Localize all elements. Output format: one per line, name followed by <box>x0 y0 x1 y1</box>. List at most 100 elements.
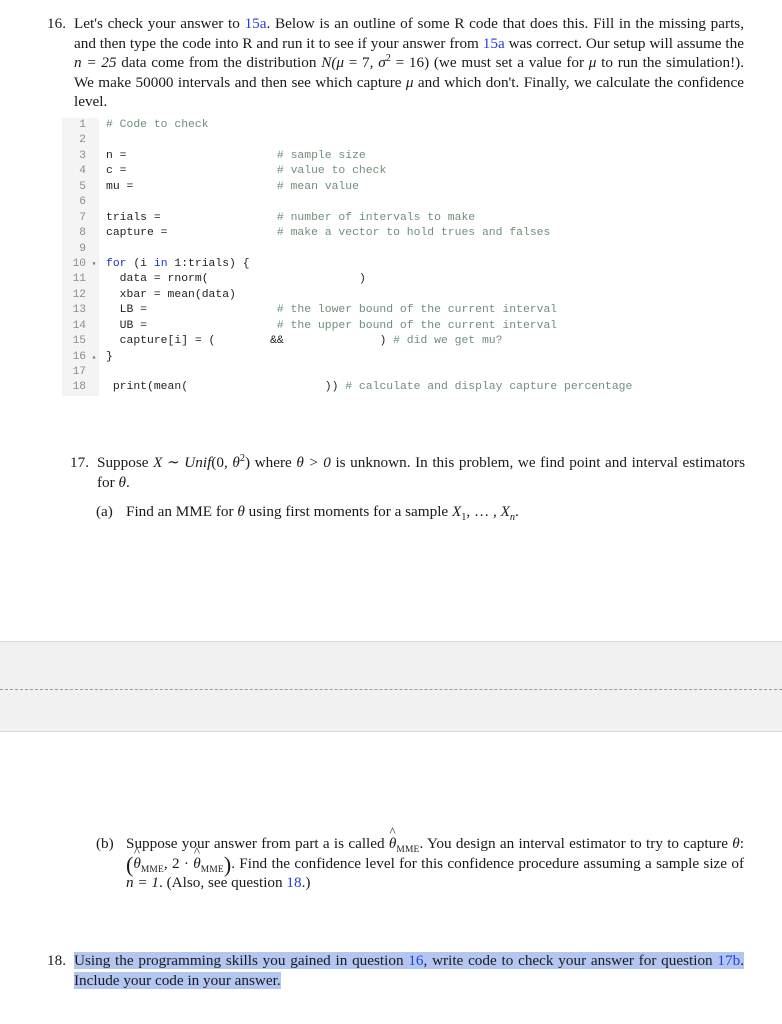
code-comment: # value to check <box>276 165 387 178</box>
code-token: && <box>270 335 284 348</box>
theta-hat-mme-1: ^ θ <box>389 825 396 854</box>
code-line[interactable]: 12 xbar = mean(data) <box>62 287 702 304</box>
problem-17b-body: Suppose your answer from part a is calle… <box>126 825 744 893</box>
code-fold-gutter-spacer <box>89 303 99 319</box>
problem-17-number: 17. <box>70 454 89 471</box>
p17a-math-Xn: X <box>500 503 510 520</box>
problem-17b: (b) Suppose your answer from part a is c… <box>96 825 744 893</box>
link-17b[interactable]: 17b <box>717 952 741 969</box>
code-line[interactable]: 5 mu = # mean value <box>62 179 702 196</box>
code-line[interactable]: 15 capture[i] = ( && ) # did we get mu? <box>62 334 702 350</box>
code-comment: # mean value <box>276 180 359 193</box>
code-line-number: 7 <box>62 210 89 227</box>
link-16[interactable]: 16 <box>408 952 424 969</box>
code-line-text: mu = # mean value <box>99 180 702 195</box>
code-line-text: capture[i] = ( && ) # did we get mu? <box>99 334 702 349</box>
p16-text-4: data come from the distribution <box>116 54 322 72</box>
problem-17a-body: Find an MME for θ using first moments fo… <box>126 502 744 523</box>
code-line[interactable]: 10 ▾ for (i in 1:trials) { <box>62 256 702 273</box>
p17a-math-X1: X <box>451 503 462 520</box>
answer-area-band <box>0 641 782 732</box>
p16-math-mu: μ <box>336 54 345 72</box>
code-fold-gutter-spacer <box>89 164 99 180</box>
code-line-number: 4 <box>62 164 89 180</box>
p17a-text-1: Find an MME for <box>126 503 238 520</box>
code-line-number: 9 <box>62 241 89 257</box>
code-keyword: for <box>106 257 127 270</box>
problem-16: 16. Let's check your answer to 15a. Belo… <box>32 14 744 112</box>
code-comment: # Code to check <box>106 119 209 131</box>
circumflex-icon: ^ <box>389 824 396 839</box>
code-line-number: 11 <box>62 272 89 288</box>
problem-17: 17. Suppose X ∼ Unif(0, θ2) where θ > 0 … <box>55 453 745 492</box>
code-line-text: for (i in 1:trials) { <box>99 257 702 272</box>
code-line[interactable]: 11 data = rnorm( ) <box>62 272 702 288</box>
code-fold-gutter-spacer <box>89 133 99 149</box>
code-token: ) <box>358 273 366 286</box>
code-line-number: 8 <box>62 226 89 242</box>
p18-text-2: , write code to check your answer for qu… <box>423 952 718 969</box>
code-fold-gutter-spacer <box>89 287 99 304</box>
p17a-math-dots: , … , <box>466 503 501 520</box>
code-fold-gutter-spacer <box>89 195 99 211</box>
code-token: c = <box>106 165 127 178</box>
code-keyword: in <box>153 257 168 270</box>
code-line[interactable]: 7 trials = # number of intervals to make <box>62 210 702 227</box>
code-token: UB = <box>106 319 148 332</box>
code-fold-toggle-icon[interactable]: ▴ <box>89 349 99 365</box>
code-line[interactable]: 18 print(mean( )) # calculate and displa… <box>62 380 702 396</box>
code-fold-gutter-spacer <box>89 272 99 288</box>
p17b-text-2: . You design an interval estimator to tr… <box>419 835 733 852</box>
r-code-block[interactable]: 1 # Code to check 2 3 n = # sample size 4 c = … <box>62 118 702 396</box>
code-line-text: trials = # number of intervals to make <box>99 211 702 226</box>
code-fold-gutter-spacer <box>89 118 99 134</box>
code-line[interactable]: 13 LB = # the lower bound of the current… <box>62 303 702 319</box>
code-line[interactable]: 17 <box>62 365 702 381</box>
link-18[interactable]: 18 <box>286 874 301 891</box>
code-comment: # calculate and display capture percenta… <box>345 381 633 394</box>
p16-text-3: was correct. Our setup will assume the <box>504 34 744 52</box>
problem-16-number: 16. <box>47 15 66 32</box>
code-fold-toggle-icon[interactable]: ▾ <box>89 256 99 273</box>
code-line[interactable]: 6 <box>62 195 702 211</box>
code-line[interactable]: 2 <box>62 133 702 149</box>
code-token: )) <box>324 381 346 394</box>
problem-18-body: Using the programming skills you gained … <box>74 951 744 990</box>
code-comment: # did we get mu? <box>393 335 503 348</box>
p17-math-theta: θ <box>232 454 240 471</box>
code-token: (i <box>126 257 154 270</box>
code-line-number: 12 <box>62 287 89 304</box>
p16-math-n: n = 25 <box>74 54 117 72</box>
problem-17a-label: (a) <box>96 503 113 520</box>
code-fold-gutter-spacer <box>89 241 99 257</box>
code-line[interactable]: 9 <box>62 241 702 257</box>
p16-text-5: (we must set a value for <box>429 54 589 72</box>
p17-intro-1: Suppose <box>97 454 154 471</box>
code-line-number: 10 <box>62 256 89 273</box>
code-line[interactable]: 1 # Code to check <box>62 118 702 134</box>
code-line[interactable]: 16 ▴} <box>62 349 702 365</box>
code-line-number: 18 <box>62 380 89 396</box>
interval-mid: , 2 · <box>163 854 194 872</box>
code-fold-gutter-spacer <box>89 334 99 350</box>
code-comment: # the lower bound of the current interva… <box>276 304 558 317</box>
code-token: ) <box>379 335 394 348</box>
code-line[interactable]: 3 n = # sample size <box>62 148 702 165</box>
code-line-number: 15 <box>62 334 89 350</box>
p17b-colon: : <box>739 835 744 852</box>
code-line[interactable]: 14 UB = # the upper bound of the current… <box>62 318 702 335</box>
code-line[interactable]: 8 capture = # make a vector to hold trues… <box>62 226 702 242</box>
p17-intro-2: where <box>250 454 297 471</box>
code-line[interactable]: 4 c = # value to check <box>62 164 702 180</box>
link-15a-second[interactable]: 15a <box>483 35 505 52</box>
p16-math-sigma: σ <box>378 54 386 72</box>
link-15a-first[interactable]: 15a <box>245 15 267 32</box>
code-line-text: capture = # make a vector to hold trues … <box>99 226 702 241</box>
code-token: mu = <box>106 180 134 193</box>
code-fold-gutter-spacer <box>89 226 99 242</box>
